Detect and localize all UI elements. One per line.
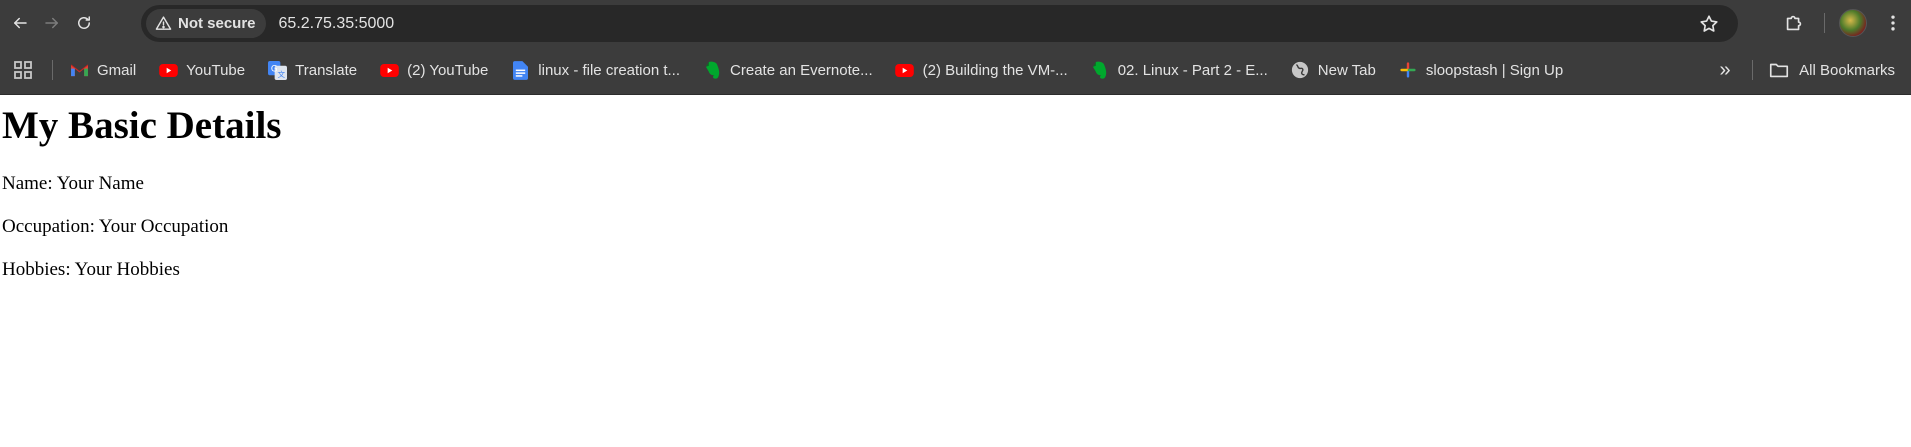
arrow-right-icon <box>45 17 58 29</box>
puzzle-icon <box>1786 15 1802 31</box>
back-button[interactable] <box>4 7 36 39</box>
youtube-icon <box>379 60 399 80</box>
bookmark-evernote-create[interactable]: Create an Evernote... <box>702 54 883 86</box>
bookmark-translate[interactable]: G文 Translate <box>267 54 367 86</box>
bookmarks-divider <box>1752 60 1753 80</box>
reload-button[interactable] <box>68 7 100 39</box>
bookmark-youtube[interactable]: YouTube <box>158 54 255 86</box>
address-bar[interactable]: Not secure 65.2.75.35:5000 <box>141 5 1738 42</box>
google-docs-icon <box>510 60 530 80</box>
youtube-icon <box>158 60 178 80</box>
reload-icon <box>78 16 90 29</box>
page-title: My Basic Details <box>2 104 282 147</box>
bookmark-label: linux - file creation t... <box>538 61 681 79</box>
gmail-icon <box>69 60 89 80</box>
sloopstash-icon <box>1398 60 1418 80</box>
url-text[interactable]: 65.2.75.35:5000 <box>279 15 395 33</box>
evernote-icon <box>702 60 722 80</box>
bookmark-youtube-2[interactable]: (2) YouTube <box>379 54 498 86</box>
bookmark-label: New Tab <box>1317 61 1376 79</box>
bookmark-label: Create an Evernote... <box>730 61 873 79</box>
browser-menu-button[interactable] <box>1881 7 1905 39</box>
bookmark-gmail[interactable]: Gmail <box>69 54 146 86</box>
bookmark-label: (2) YouTube <box>407 61 489 79</box>
globe-icon <box>1290 60 1310 80</box>
page-content: My Basic Details Name: Your Name Occupat… <box>0 104 1911 280</box>
bookmark-label: YouTube <box>186 61 246 79</box>
forward-button[interactable] <box>36 7 68 39</box>
bookmark-building-vm[interactable]: (2) Building the VM-... <box>895 54 1078 86</box>
bookmark-linux-file-creation[interactable]: linux - file creation t... <box>510 54 690 86</box>
extensions-button[interactable] <box>1778 7 1810 39</box>
evernote-icon <box>1090 60 1110 80</box>
youtube-icon <box>895 60 915 80</box>
all-bookmarks-button[interactable]: All Bookmarks <box>1768 54 1895 86</box>
bookmark-label: Gmail <box>97 61 137 79</box>
bookmarks-bar: Gmail YouTube G文 Translate (2) YouTube l… <box>0 46 1911 95</box>
security-chip[interactable]: Not secure <box>146 9 266 38</box>
warning-triangle-icon <box>155 16 172 30</box>
security-label: Not secure <box>178 15 256 32</box>
translate-icon: G文 <box>267 60 287 80</box>
bookmark-new-tab[interactable]: New Tab <box>1290 54 1386 86</box>
folder-icon <box>1770 63 1789 78</box>
bookmarks-overflow-button[interactable]: » <box>1709 54 1741 86</box>
toolbar-right <box>1778 0 1911 46</box>
bookmark-label: Translate <box>295 61 358 79</box>
apps-grid-icon[interactable] <box>13 60 33 80</box>
svg-text:文: 文 <box>277 69 285 79</box>
svg-text:G: G <box>270 64 277 74</box>
browser-toolbar: Not secure 65.2.75.35:5000 <box>0 0 1911 46</box>
arrow-left-icon <box>14 17 27 29</box>
bookmark-label: 02. Linux - Part 2 - E... <box>1117 61 1268 79</box>
star-icon[interactable] <box>1698 13 1720 35</box>
toolbar-divider <box>1824 13 1825 33</box>
bookmark-sloopstash[interactable]: sloopstash | Sign Up <box>1398 54 1573 86</box>
profile-avatar[interactable] <box>1839 9 1867 37</box>
detail-hobbies: Hobbies: Your Hobbies <box>2 258 180 280</box>
bookmark-label: sloopstash | Sign Up <box>1425 61 1564 79</box>
bookmarks-divider <box>52 60 53 80</box>
bookmark-label: (2) Building the VM-... <box>922 61 1068 79</box>
detail-occupation: Occupation: Your Occupation <box>2 215 229 237</box>
bookmark-linux-part-2[interactable]: 02. Linux - Part 2 - E... <box>1090 54 1278 86</box>
detail-name: Name: Your Name <box>2 172 144 194</box>
kebab-menu-icon <box>1891 15 1895 31</box>
all-bookmarks-label: All Bookmarks <box>1799 61 1895 79</box>
